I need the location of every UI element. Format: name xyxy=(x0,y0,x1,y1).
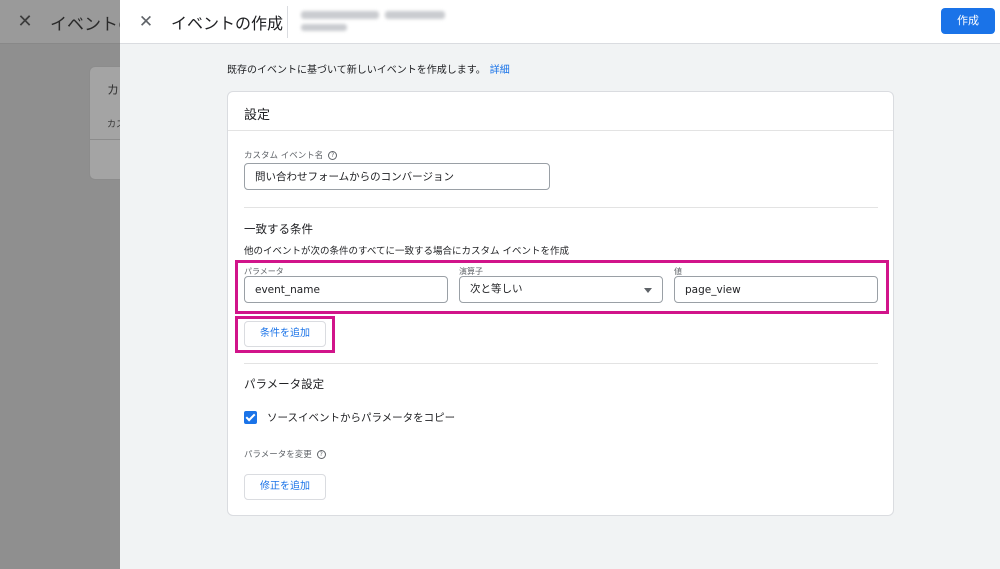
settings-title: 設定 xyxy=(244,108,271,123)
conditions-title: 一致する条件 xyxy=(244,222,313,236)
custom-event-label: カスタム イベント名? xyxy=(244,149,338,161)
blurred-property-id xyxy=(301,9,447,35)
card-divider xyxy=(228,130,893,131)
create-button[interactable]: 作成 xyxy=(941,8,995,34)
settings-card: 設定 カスタム イベント名? 一致する条件 他のイベントが次の条件のすべてに一致… xyxy=(227,91,894,516)
close-icon[interactable]: ✕ xyxy=(135,11,157,33)
custom-event-name-input[interactable] xyxy=(244,163,550,190)
param-settings-title: パラメータ設定 xyxy=(244,377,325,391)
page-title: イベントの作成 xyxy=(171,14,284,33)
value-input[interactable] xyxy=(674,276,878,303)
copy-params-checkbox[interactable] xyxy=(244,411,257,424)
parameter-input[interactable] xyxy=(244,276,448,303)
add-condition-button[interactable]: 条件を追加 xyxy=(244,321,326,347)
background-card-title: カ xyxy=(107,83,120,97)
section-divider xyxy=(244,207,878,208)
intro-description: 既存のイベントに基づいて新しいイベントを作成します。 xyxy=(227,65,486,76)
title-divider xyxy=(287,6,288,38)
custom-event-label-text: カスタム イベント名 xyxy=(244,151,324,161)
section-divider xyxy=(244,363,878,364)
copy-params-label: ソースイベントからパラメータをコピー xyxy=(267,412,456,424)
conditions-description: 他のイベントが次の条件のすべてに一致する場合にカスタム イベントを作成 xyxy=(244,246,569,257)
operator-select[interactable]: 次と等しい xyxy=(459,276,663,303)
operator-value: 次と等しい xyxy=(470,283,523,295)
help-icon[interactable]: ? xyxy=(316,450,326,459)
create-event-drawer: ✕ イベントの作成 作成 既存のイベントに基づいて新しいイベントを作成します。詳… xyxy=(120,0,1000,569)
modify-params-label-text: パラメータを変更 xyxy=(244,450,312,460)
details-link[interactable]: 詳細 xyxy=(490,65,510,76)
background-close-icon: ✕ xyxy=(17,11,33,32)
intro-text: 既存のイベントに基づいて新しいイベントを作成します。 詳細 xyxy=(227,61,510,76)
add-modification-button[interactable]: 修正を追加 xyxy=(244,474,326,500)
dropdown-arrow-icon xyxy=(644,288,652,293)
help-icon[interactable]: ? xyxy=(328,151,338,160)
drawer-header: ✕ イベントの作成 作成 xyxy=(120,0,1000,44)
modify-params-label: パラメータを変更? xyxy=(244,448,326,460)
